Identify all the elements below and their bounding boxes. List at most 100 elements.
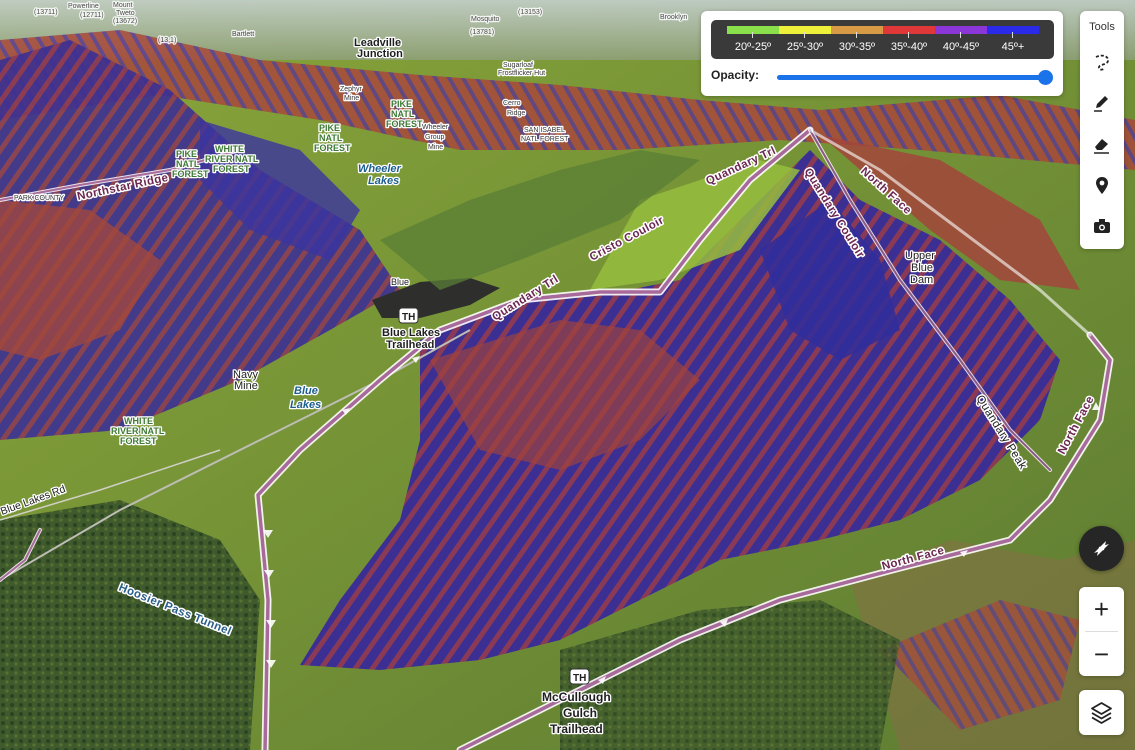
zoom-out-button[interactable]: − xyxy=(1079,632,1124,676)
map-label-sugarloaf-2: Frostflicker Hut xyxy=(498,70,545,77)
map-label-pike-b-2: NATL xyxy=(391,109,415,119)
tools-title: Tools xyxy=(1089,21,1115,33)
legend-label: 20º-25º xyxy=(734,41,772,53)
map-label-cerro-2: Ridge xyxy=(507,110,525,117)
map-label-leadville-2: Junction xyxy=(357,48,403,60)
legend-swatch xyxy=(831,26,883,34)
legend-tick xyxy=(752,32,753,38)
legend-bar: 20º-25º 25º-30º 30º-35º 35º-40º 40º-45º 45º+ xyxy=(711,20,1054,59)
opacity-slider[interactable] xyxy=(777,70,1053,85)
zoom-in-button[interactable]: + xyxy=(1079,587,1124,631)
map-label-san-isabel-1: SAN ISABEL xyxy=(524,127,565,134)
legend-label: 35º-40º xyxy=(890,41,928,53)
add-marker-button[interactable] xyxy=(1092,176,1112,196)
opacity-slider-thumb[interactable] xyxy=(1038,70,1053,85)
map-label-wrnf-a-1: WHITE xyxy=(215,144,244,154)
map-label-elev-3: (12711) xyxy=(80,12,104,19)
legend-item: 45º+ xyxy=(987,26,1039,53)
camera-icon xyxy=(1094,219,1110,233)
map-label-zephyr-1: Zephyr xyxy=(340,86,362,93)
map-pin-icon xyxy=(1096,177,1108,194)
trailhead-mccullough-line3: Trailhead xyxy=(550,722,603,736)
legend-item: 20º-25º xyxy=(727,26,779,53)
map-label-bartlett: Bartlett xyxy=(232,31,254,38)
lasso-tool-button[interactable] xyxy=(1092,53,1112,73)
slope-angle-legend: 20º-25º 25º-30º 30º-35º 35º-40º 40º-45º 45º+ … xyxy=(701,11,1063,96)
legend-tick xyxy=(1012,32,1013,38)
map-label-mount: Mount xyxy=(113,2,133,9)
map-label-powerline: Powerline xyxy=(68,3,99,10)
legend-tick xyxy=(804,32,805,38)
map-label-sugarloaf-1: Sugarloaf xyxy=(503,62,533,69)
trailhead-mccullough-line1: McCullough xyxy=(542,690,611,704)
legend-item: 30º-35º xyxy=(831,26,883,53)
legend-swatch xyxy=(727,26,779,34)
map-label-elev-2: (13672) xyxy=(113,18,137,25)
legend-swatch xyxy=(935,26,987,34)
legend-swatch xyxy=(883,26,935,34)
layers-icon xyxy=(1091,702,1112,724)
draw-tool-button[interactable] xyxy=(1092,93,1112,113)
legend-tick xyxy=(856,32,857,38)
map-label-pike-a-2: NATL xyxy=(176,159,200,169)
legend-swatch xyxy=(779,26,831,34)
map-label-tweto: Tweto xyxy=(116,10,135,17)
map-label-wrnf-a-3: FOREST xyxy=(213,164,250,174)
compass-icon xyxy=(1094,541,1109,556)
erase-tool-button[interactable] xyxy=(1092,135,1112,155)
map-label-elev-1: (13711) xyxy=(34,9,58,16)
tools-panel: Tools xyxy=(1080,11,1124,249)
map-label-park-county: PARK COUNTY xyxy=(14,195,64,202)
zoom-controls: + − xyxy=(1079,587,1124,676)
map-label-wrnf-b-1: WHITE xyxy=(124,416,153,426)
legend-scale: 20º-25º 25º-30º 30º-35º 35º-40º 40º-45º 45º+ xyxy=(727,26,1039,53)
legend-label: 45º+ xyxy=(1001,41,1025,53)
map-label-upper-blue-2: Blue xyxy=(911,262,933,274)
legend-label: 30º-35º xyxy=(838,41,876,53)
map-label-wheeler-mine-2: Group xyxy=(425,134,445,141)
lasso-icon xyxy=(1095,54,1109,71)
legend-tick xyxy=(960,32,961,38)
map-label-pike-c-3: FOREST xyxy=(314,143,351,153)
map-label-mosquito: Mosquito xyxy=(471,16,500,23)
map-label-elev-6: (13781) xyxy=(470,29,494,36)
legend-label: 40º-45º xyxy=(942,41,980,53)
legend-swatch xyxy=(987,26,1039,34)
map-label-wrnf-b-3: FOREST xyxy=(120,436,157,446)
legend-tick xyxy=(908,32,909,38)
map-label-san-isabel-2: NATL FOREST xyxy=(521,136,569,143)
trailhead-badge-icon: TH xyxy=(402,312,415,323)
trailhead-badge-icon: TH xyxy=(573,673,586,684)
compass-button[interactable] xyxy=(1079,526,1124,571)
map-label-blue-small: Blue xyxy=(391,277,409,287)
map-label-elev-5: (13153) xyxy=(518,9,542,16)
map-label-wheeler-lakes-2: Lakes xyxy=(368,175,399,187)
map-label-pike-c-1: PIKE xyxy=(319,123,340,133)
legend-item: 35º-40º xyxy=(883,26,935,53)
map-label-pike-b-1: PIKE xyxy=(391,99,412,109)
trailhead-mccullough-line2: Gulch xyxy=(563,706,597,720)
layers-button[interactable] xyxy=(1079,690,1124,735)
trailhead-blue-lakes-line1: Blue Lakes xyxy=(382,327,440,339)
screenshot-button[interactable] xyxy=(1092,216,1112,236)
map-label-pike-b-3: FOREST xyxy=(386,119,423,129)
map-label-upper-blue-3: Dam xyxy=(910,274,933,286)
map-label-pike-c-2: NATL xyxy=(319,133,343,143)
map-label-blue-lakes-water-1: Blue xyxy=(294,385,318,397)
map-label-wrnf-a-2: RIVER NATL xyxy=(205,154,259,164)
trailhead-blue-lakes-line2: Trailhead xyxy=(386,339,434,351)
pencil-icon xyxy=(1094,96,1108,112)
eraser-icon xyxy=(1094,139,1109,154)
map-label-zephyr-2: Mine xyxy=(344,95,359,102)
map-label-wheeler-mine-1: Wheeler xyxy=(422,124,449,131)
map-label-pike-a-1: PIKE xyxy=(176,149,197,159)
map-label-wheeler-mine-3: Mine xyxy=(428,144,443,151)
terrain-map[interactable]: (13711) Mount Tweto (13672) (12711) Powe… xyxy=(0,0,1135,750)
legend-item: 25º-30º xyxy=(779,26,831,53)
legend-item: 40º-45º xyxy=(935,26,987,53)
map-label-wheeler-lakes-1: Wheeler xyxy=(358,163,402,175)
map-label-navy-mine-2: Mine xyxy=(234,380,258,392)
map-label-blue-lakes-water-2: Lakes xyxy=(290,399,321,411)
map-label-upper-blue-1: Upper xyxy=(905,250,935,262)
map-label-elev-4: (13,1) xyxy=(158,37,176,44)
